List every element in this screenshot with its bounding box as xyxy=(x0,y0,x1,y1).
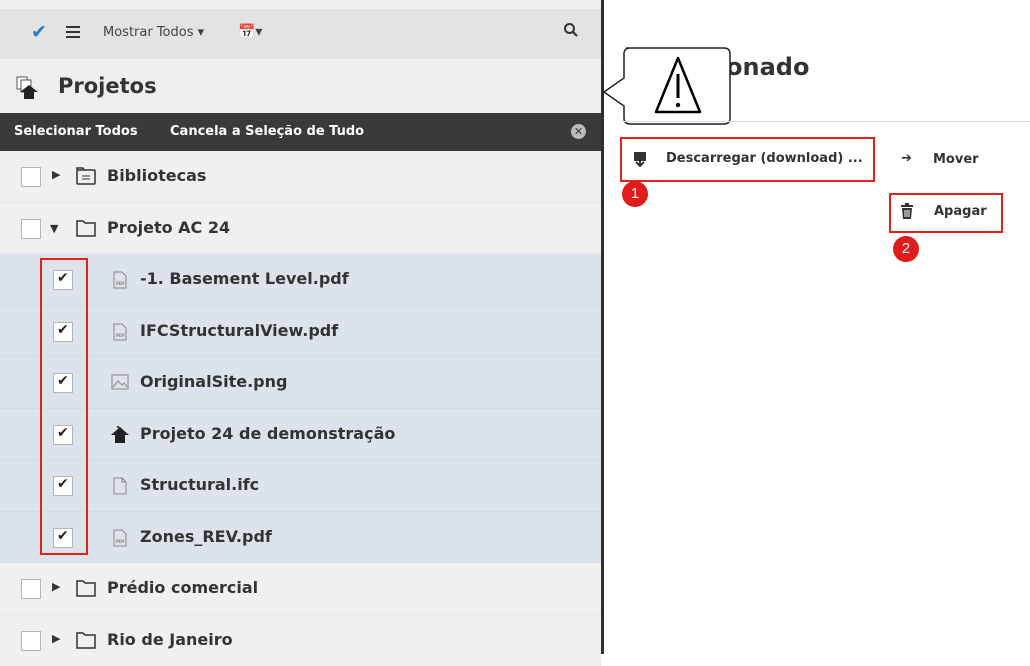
file-name: Projeto 24 de demonstração xyxy=(140,424,395,443)
project-folder-icon xyxy=(16,76,42,100)
move-button[interactable]: ➔ Mover xyxy=(897,150,1017,172)
project-tree: ▶ Bibliotecas ▼ Projeto AC 24 PDF -1. Ba… xyxy=(0,151,601,666)
checkbox[interactable] xyxy=(21,167,41,187)
checkbox[interactable] xyxy=(21,219,41,239)
show-all-label: Mostrar Todos xyxy=(103,25,194,40)
search-icon[interactable] xyxy=(563,22,579,42)
svg-text:PDF: PDF xyxy=(116,333,125,338)
tree-item-bibliotecas[interactable]: ▶ Bibliotecas xyxy=(0,151,601,203)
chevron-right-icon[interactable]: ▶ xyxy=(52,580,60,593)
file-row[interactable]: Structural.ifc xyxy=(0,460,601,512)
arrow-right-icon: ➔ xyxy=(901,151,912,166)
folder-icon xyxy=(76,579,96,597)
file-row[interactable]: PDF -1. Basement Level.pdf xyxy=(0,254,601,306)
download-highlight-box xyxy=(620,137,875,182)
move-label: Mover xyxy=(933,152,979,167)
file-name: IFCStructuralView.pdf xyxy=(140,321,338,340)
file-name: OriginalSite.png xyxy=(140,372,287,391)
panel-toolbar: ✔ Mostrar Todos ▾ 📅▾ xyxy=(0,9,601,59)
file-name: Structural.ifc xyxy=(140,475,259,494)
list-icon[interactable] xyxy=(66,26,80,41)
file-name: -1. Basement Level.pdf xyxy=(140,269,349,288)
selection-title: onado xyxy=(726,53,809,81)
panel-header: Projetos xyxy=(0,59,601,114)
tree-item-label: Projeto AC 24 xyxy=(107,218,230,237)
image-file-icon xyxy=(111,374,127,392)
library-folder-icon xyxy=(76,167,96,185)
tree-item-rio[interactable]: ▶ Rio de Janeiro xyxy=(0,615,601,666)
tree-item-label: Prédio comercial xyxy=(107,578,258,597)
checkbox[interactable] xyxy=(21,631,41,651)
calendar-icon[interactable]: 📅▾ xyxy=(238,24,262,40)
folder-icon xyxy=(76,631,96,649)
step-badge-2: 2 xyxy=(893,236,919,262)
chevron-right-icon[interactable]: ▶ xyxy=(52,632,60,645)
pdf-file-icon: PDF xyxy=(112,271,128,289)
file-icon xyxy=(112,477,128,495)
chevron-right-icon[interactable]: ▶ xyxy=(52,168,60,181)
delete-highlight-box xyxy=(889,193,1003,233)
file-row[interactable]: PDF IFCStructuralView.pdf xyxy=(0,306,601,358)
show-all-dropdown[interactable]: Mostrar Todos ▾ xyxy=(103,25,204,40)
warning-callout xyxy=(600,46,732,126)
tree-item-predio[interactable]: ▶ Prédio comercial xyxy=(0,563,601,615)
chevron-down-icon[interactable]: ▼ xyxy=(50,222,58,235)
pdf-file-icon: PDF xyxy=(112,323,128,341)
tree-item-label: Rio de Janeiro xyxy=(107,630,233,649)
checkmark-icon[interactable]: ✔ xyxy=(31,21,47,43)
tree-item-projeto-ac24[interactable]: ▼ Projeto AC 24 xyxy=(0,203,601,255)
pdf-file-icon: PDF xyxy=(112,529,128,547)
step-badge-1: 1 xyxy=(622,181,648,207)
divider-line xyxy=(621,121,1030,122)
file-row[interactable]: OriginalSite.png xyxy=(0,357,601,409)
tree-item-label: Bibliotecas xyxy=(107,166,206,185)
file-row[interactable]: Projeto 24 de demonstração xyxy=(0,409,601,461)
deselect-all-button[interactable]: Cancela a Seleção de Tudo xyxy=(170,124,364,139)
svg-text:PDF: PDF xyxy=(116,281,125,286)
checkbox[interactable] xyxy=(21,579,41,599)
file-name: Zones_REV.pdf xyxy=(140,527,272,546)
page-title: Projetos xyxy=(58,74,157,98)
folder-icon xyxy=(76,219,96,237)
archicad-project-icon xyxy=(110,426,130,444)
checkbox-highlight-box xyxy=(40,258,88,555)
selection-bar: Selecionar Todos Cancela a Seleção de Tu… xyxy=(0,113,601,151)
file-row[interactable]: PDF Zones_REV.pdf xyxy=(0,512,601,564)
close-icon[interactable]: ✕ xyxy=(571,124,586,139)
select-all-button[interactable]: Selecionar Todos xyxy=(14,124,138,139)
projects-panel: ✔ Mostrar Todos ▾ 📅▾ Projetos Selecionar… xyxy=(0,0,601,654)
svg-text:PDF: PDF xyxy=(116,539,125,544)
